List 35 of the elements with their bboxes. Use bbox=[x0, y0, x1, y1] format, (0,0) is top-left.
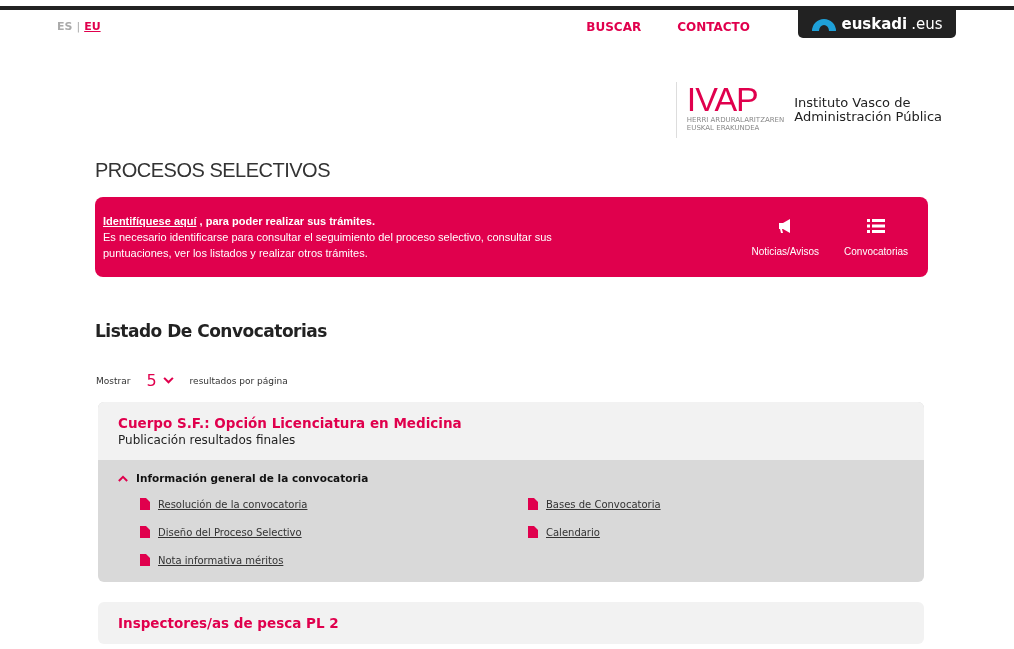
banner-action-link[interactable]: Convocatorias bbox=[844, 217, 908, 257]
login-link[interactable]: Identifíquese aquí bbox=[103, 215, 197, 227]
list-icon bbox=[867, 217, 886, 234]
language-separator: | bbox=[76, 20, 81, 33]
institution-name: Administración Pública bbox=[794, 110, 942, 124]
document-link[interactable]: Nota informativa méritos bbox=[140, 554, 528, 566]
document-link[interactable]: Calendario bbox=[528, 526, 904, 538]
document-link[interactable]: Bases de Convocatoria bbox=[528, 498, 904, 510]
chevron-down-icon bbox=[162, 377, 174, 384]
logo-acronym: IVAP bbox=[686, 82, 758, 116]
section-toggle[interactable]: Información general de la convocatoria bbox=[118, 472, 369, 484]
list-heading: Listado De Convocatorias bbox=[95, 321, 328, 341]
banner-lead: , para poder realizar sus trámites. bbox=[198, 215, 376, 227]
page-size-select[interactable]: 5 bbox=[140, 371, 180, 390]
nav-link[interactable]: CONTACTO bbox=[677, 20, 750, 34]
document-link[interactable]: Diseño del Proceso Selectivo bbox=[140, 526, 528, 538]
institution-name: Instituto Vasco de bbox=[794, 96, 912, 110]
document-link[interactable]: Resolución de la convocatoria bbox=[140, 498, 528, 510]
nav-link[interactable]: BUSCAR bbox=[586, 20, 642, 34]
call-status: Publicación resultados finales bbox=[118, 433, 297, 447]
chevron-up-icon bbox=[118, 474, 128, 482]
document-icon bbox=[140, 498, 150, 510]
language-link[interactable]: EU bbox=[84, 20, 101, 33]
page-title: PROCESOS SELECTIVOS bbox=[95, 159, 331, 182]
document-icon bbox=[140, 526, 150, 538]
page-size-label: Mostrar bbox=[96, 375, 131, 386]
banner-action-link[interactable]: Noticias/Avisos bbox=[751, 217, 820, 257]
page-size-suffix: resultados por página bbox=[189, 375, 288, 386]
document-icon bbox=[528, 498, 538, 510]
portal-badge[interactable]: euskadi .eus bbox=[798, 10, 956, 38]
call-title[interactable]: Cuerpo S.F.: Opción Licenciatura en Medicina bbox=[118, 415, 904, 431]
document-icon bbox=[528, 526, 538, 538]
document-icon bbox=[140, 554, 150, 566]
banner-text: Es necesario identificarse para consultar el seguimiento del proceso selectivo, consultar sus puntuaciones, ver los listados y realizar otros trámites. bbox=[103, 230, 553, 261]
arch-logo-icon bbox=[811, 17, 838, 31]
